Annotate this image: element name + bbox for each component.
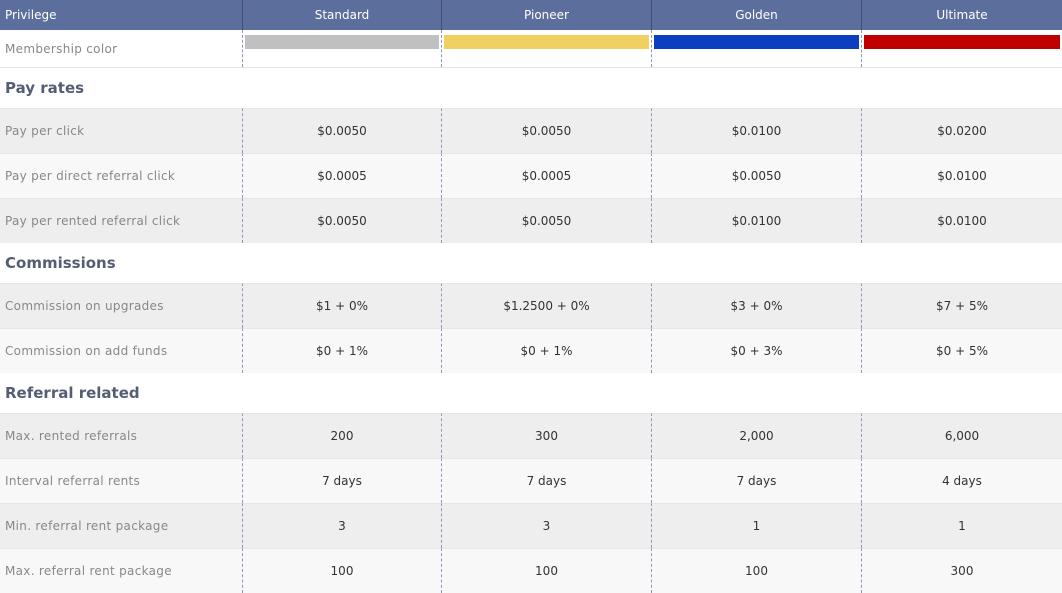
header-privilege: Privilege [0, 0, 243, 30]
row-label: Interval referral rents [0, 458, 243, 503]
row-value: 200 [243, 413, 442, 458]
row-value: $1 + 0% [243, 283, 442, 328]
row-value: $0.0050 [243, 108, 442, 153]
header-tier-pioneer: Pioneer [442, 0, 652, 30]
row-label: Commission on add funds [0, 328, 243, 373]
row-value: 7 days [243, 458, 442, 503]
header-tier-ultimate: Ultimate [936, 8, 988, 22]
table-row: Pay per direct referral click $0.0005 $0… [0, 153, 1062, 198]
table-header-row: Privilege Standard Pioneer Golden Ultima… [0, 0, 1062, 30]
header-tier-standard: Standard [243, 0, 442, 30]
row-value: $0 + 1% [243, 328, 442, 373]
row-value: $0.0100 [862, 153, 1062, 198]
row-value: $0.0050 [243, 198, 442, 243]
row-value: $0.0100 [652, 198, 862, 243]
table-row: Max. referral rent package 100 100 100 3… [0, 548, 1062, 593]
row-value: $3 + 0% [652, 283, 862, 328]
row-label: Pay per click [0, 108, 243, 153]
row-value: 300 [442, 413, 652, 458]
row-value: 2,000 [652, 413, 862, 458]
row-value: 3 [442, 503, 652, 548]
row-label: Max. referral rent package [0, 548, 243, 593]
row-value: 4 days [862, 458, 1062, 503]
color-swatch-golden [654, 34, 859, 49]
row-value: 3 [243, 503, 442, 548]
row-value: 100 [652, 548, 862, 593]
color-swatch-standard [245, 34, 439, 49]
table-row: Commission on upgrades $1 + 0% $1.2500 +… [0, 283, 1062, 328]
row-value: 300 [862, 548, 1062, 593]
table-row: Pay per click $0.0050 $0.0050 $0.0100 $0… [0, 108, 1062, 153]
row-value: $0 + 3% [652, 328, 862, 373]
header-tier-golden: Golden [652, 0, 862, 30]
membership-color-row: Membership color [0, 30, 1062, 68]
row-value: $0.0050 [652, 153, 862, 198]
row-value: $0.0005 [442, 153, 652, 198]
table-row: Min. referral rent package 3 3 1 1 [0, 503, 1062, 548]
membership-color-label: Membership color [0, 30, 243, 67]
section-title-pay-rates: Pay rates [0, 68, 1062, 108]
row-value: $0.0200 [862, 108, 1062, 153]
table-row: Pay per rented referral click $0.0050 $0… [0, 198, 1062, 243]
row-value: $0.0050 [442, 108, 652, 153]
row-value: 1 [862, 503, 1062, 548]
color-swatch-ultimate [864, 34, 1060, 49]
row-value: $0 + 1% [442, 328, 652, 373]
row-value: 1 [652, 503, 862, 548]
row-value: 7 days [442, 458, 652, 503]
row-value: $0.0050 [442, 198, 652, 243]
table-row: Commission on add funds $0 + 1% $0 + 1% … [0, 328, 1062, 373]
row-label: Pay per direct referral click [0, 153, 243, 198]
row-label: Max. rented referrals [0, 413, 243, 458]
privileges-table: Privilege Standard Pioneer Golden Ultima… [0, 0, 1062, 593]
row-label: Pay per rented referral click [0, 198, 243, 243]
row-value: $0.0100 [862, 198, 1062, 243]
row-label: Commission on upgrades [0, 283, 243, 328]
row-value: $0 + 5% [862, 328, 1062, 373]
row-value: $0.0100 [652, 108, 862, 153]
table-row: Max. rented referrals 200 300 2,000 6,00… [0, 413, 1062, 458]
row-value: 100 [442, 548, 652, 593]
table-row: Interval referral rents 7 days 7 days 7 … [0, 458, 1062, 503]
row-value: $1.2500 + 0% [442, 283, 652, 328]
row-value: 7 days [652, 458, 862, 503]
section-title-referral-related: Referral related [0, 373, 1062, 413]
row-value: 100 [243, 548, 442, 593]
row-value: 6,000 [862, 413, 1062, 458]
row-label: Min. referral rent package [0, 503, 243, 548]
section-title-commissions: Commissions [0, 243, 1062, 283]
color-swatch-pioneer [444, 34, 649, 49]
row-value: $7 + 5% [862, 283, 1062, 328]
row-value: $0.0005 [243, 153, 442, 198]
